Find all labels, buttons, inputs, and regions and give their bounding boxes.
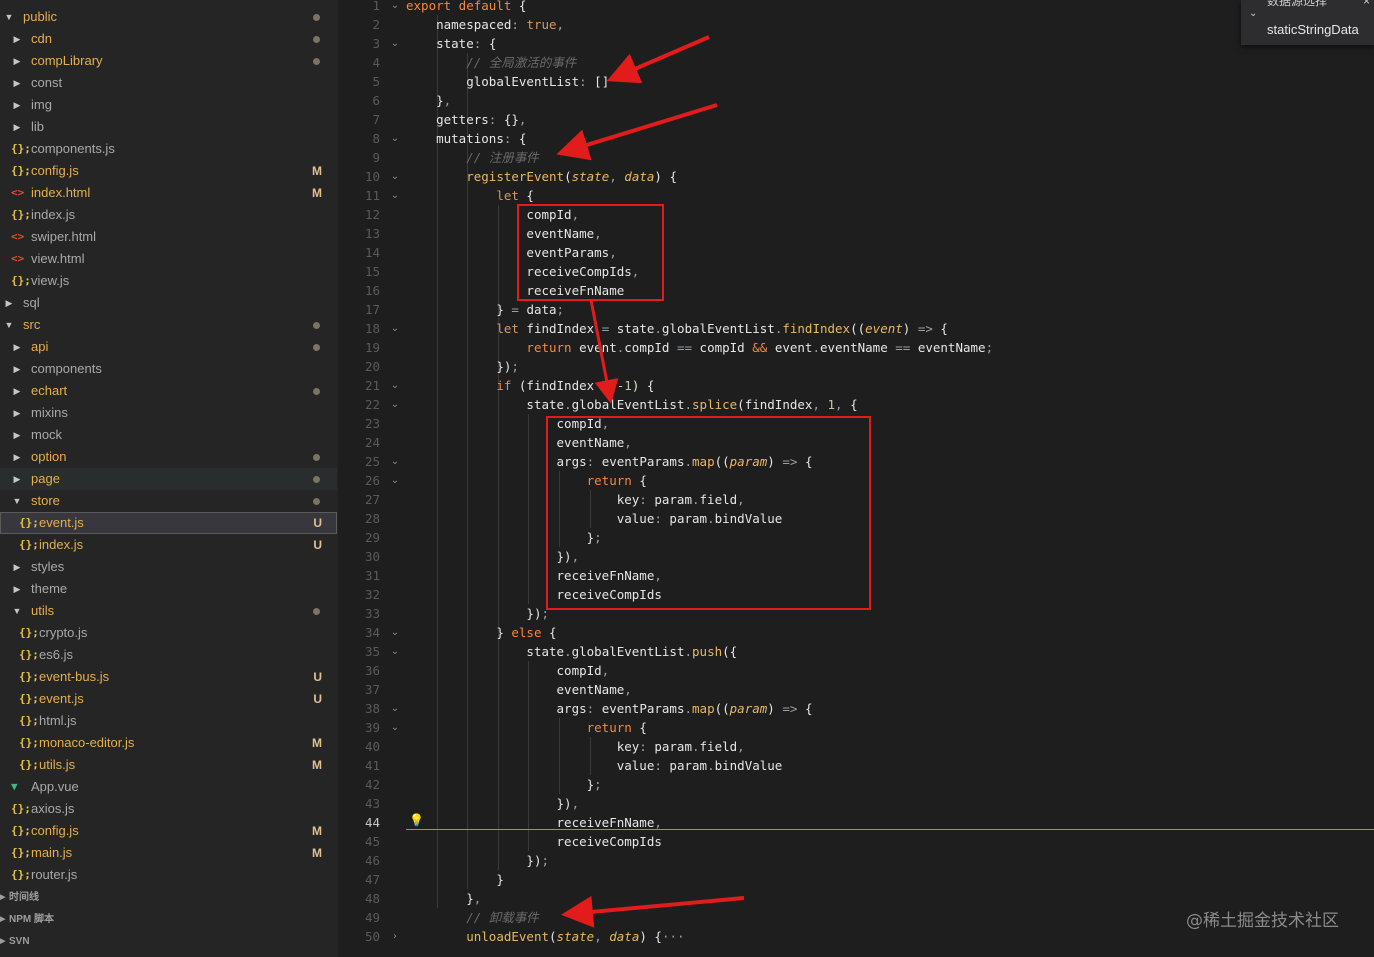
close-icon[interactable]: × xyxy=(1363,0,1370,8)
popup-title: 数据源选择 xyxy=(1267,0,1328,8)
datasource-popup[interactable]: ⌄ 数据源选择 × staticStringData xyxy=(1241,0,1374,45)
arrow-unload-event xyxy=(561,895,745,928)
arrow-find-index xyxy=(589,299,619,404)
annotation-arrows xyxy=(556,35,745,928)
chevron-down-icon[interactable]: ⌄ xyxy=(1249,8,1257,19)
watermark: @稀土掘金技术社区 xyxy=(1186,911,1339,931)
popup-item[interactable]: staticStringData xyxy=(1267,22,1359,37)
arrow-register-event xyxy=(556,103,718,161)
arrow-global-event-list xyxy=(606,35,710,84)
